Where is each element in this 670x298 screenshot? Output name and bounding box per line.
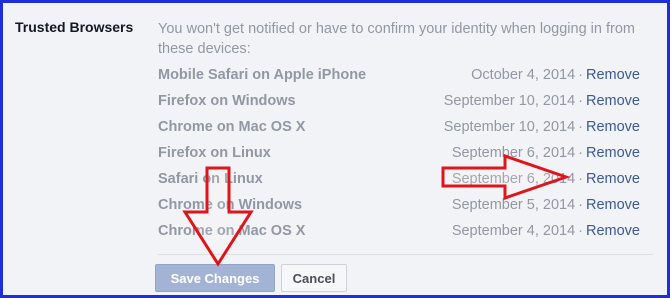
device-date: October 4, 2014	[471, 67, 576, 83]
separator: ·	[578, 145, 583, 161]
separator: ·	[578, 223, 583, 239]
device-name: Firefox on Linux	[158, 145, 271, 161]
device-name: Firefox on Windows	[158, 93, 296, 109]
trusted-browsers-panel: Trusted Browsers You won't get notified …	[0, 0, 670, 298]
section-title: Trusted Browsers	[15, 19, 134, 35]
device-name: Mobile Safari on Apple iPhone	[158, 67, 367, 83]
device-date: September 10, 2014	[443, 119, 576, 135]
device-date: September 6, 2014	[451, 171, 576, 187]
device-row: Chrome on Mac OS X September 4, 2014 · Rem…	[158, 220, 640, 246]
device-name: Chrome on Mac OS X	[158, 223, 306, 239]
device-date: September 5, 2014	[451, 197, 576, 213]
separator: ·	[578, 67, 583, 83]
device-row: Chrome on Mac OS X September 10, 2014 · Re…	[158, 116, 640, 142]
device-row: Firefox on Linux September 6, 2014 · Remov…	[158, 142, 640, 168]
device-date: September 10, 2014	[443, 93, 576, 109]
section-description: You won't get notified or have to confir…	[158, 21, 635, 57]
cancel-button[interactable]: Cancel	[281, 264, 347, 292]
remove-link[interactable]: Remove	[586, 93, 640, 109]
remove-link[interactable]: Remove	[586, 171, 640, 187]
remove-link[interactable]: Remove	[586, 67, 640, 83]
divider	[158, 254, 653, 255]
separator: ·	[578, 197, 583, 213]
save-changes-button[interactable]: Save Changes	[155, 264, 275, 292]
separator: ·	[578, 171, 583, 187]
device-name: Safari on Linux	[158, 171, 263, 187]
device-row: Firefox on Windows September 10, 2014 · Re…	[158, 90, 640, 116]
device-row: Mobile Safari on Apple iPhone October 4,…	[158, 64, 640, 90]
device-name: Chrome on Mac OS X	[158, 119, 306, 135]
device-name: Chrome on Windows	[158, 197, 303, 213]
remove-link[interactable]: Remove	[586, 197, 640, 213]
remove-link[interactable]: Remove	[586, 223, 640, 239]
device-date: September 4, 2014	[451, 223, 576, 239]
device-row: Chrome on Windows September 5, 2014 · Remo…	[158, 194, 640, 220]
separator: ·	[578, 93, 583, 109]
device-date: September 6, 2014	[451, 145, 576, 161]
remove-link[interactable]: Remove	[586, 119, 640, 135]
separator: ·	[578, 119, 583, 135]
trusted-device-list: Mobile Safari on Apple iPhone October 4,…	[158, 64, 640, 246]
remove-link[interactable]: Remove	[586, 145, 640, 161]
device-row: Safari on Linux September 6, 2014 · Remove	[158, 168, 640, 194]
